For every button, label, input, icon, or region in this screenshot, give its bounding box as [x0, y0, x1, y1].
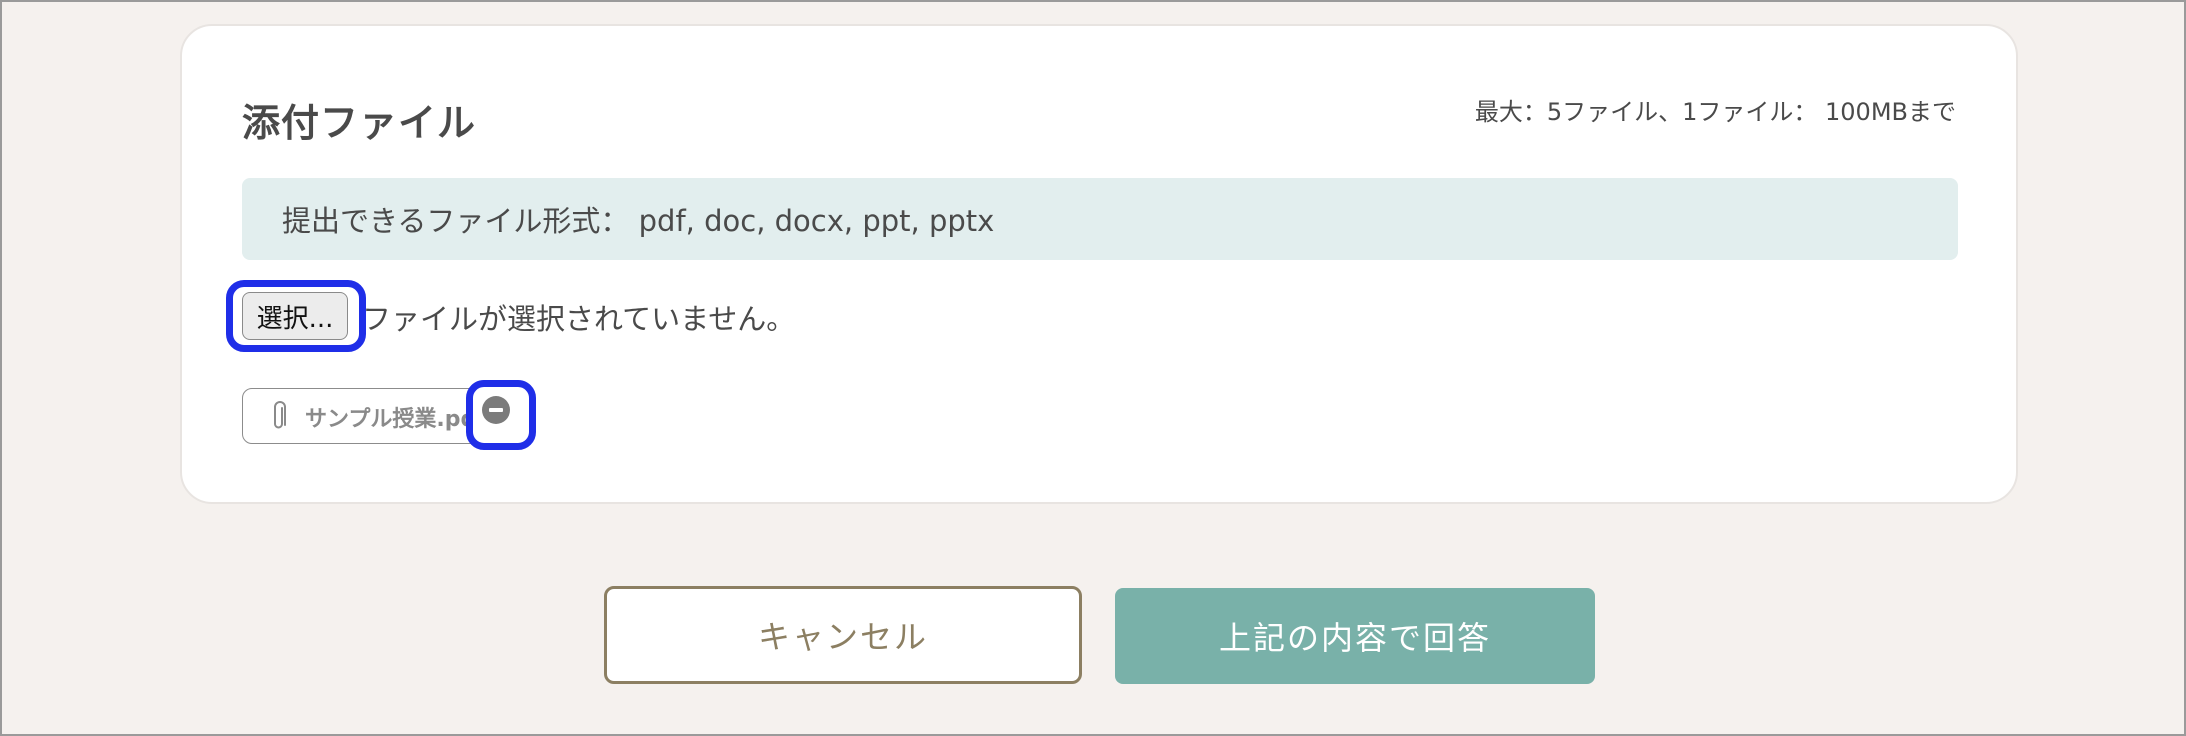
cancel-button[interactable]: キャンセル: [604, 586, 1082, 684]
minus-circle-icon[interactable]: [482, 396, 510, 424]
allowed-formats-text: 提出できるファイル形式： pdf, doc, docx, ppt, pptx: [282, 204, 995, 238]
paperclip-icon: [274, 401, 286, 429]
attached-file-name: サンプル授業.pdf: [305, 407, 482, 432]
submit-answer-button[interactable]: 上記の内容で回答: [1115, 588, 1595, 684]
attachment-title: 添付ファイル: [242, 101, 477, 145]
no-file-selected-text: ファイルが選択されていません。: [362, 302, 796, 336]
attached-file-chip: サンプル授業.pdf: [242, 388, 482, 444]
file-limit-note: 最大：5ファイル、1ファイル： 100MBまで: [1474, 98, 1956, 126]
attachment-card: 添付ファイル 最大：5ファイル、1ファイル： 100MBまで 提出できるファイル…: [180, 24, 2018, 504]
file-select-button[interactable]: 選択...: [242, 292, 348, 340]
allowed-formats-banner: 提出できるファイル形式： pdf, doc, docx, ppt, pptx: [242, 178, 1958, 260]
